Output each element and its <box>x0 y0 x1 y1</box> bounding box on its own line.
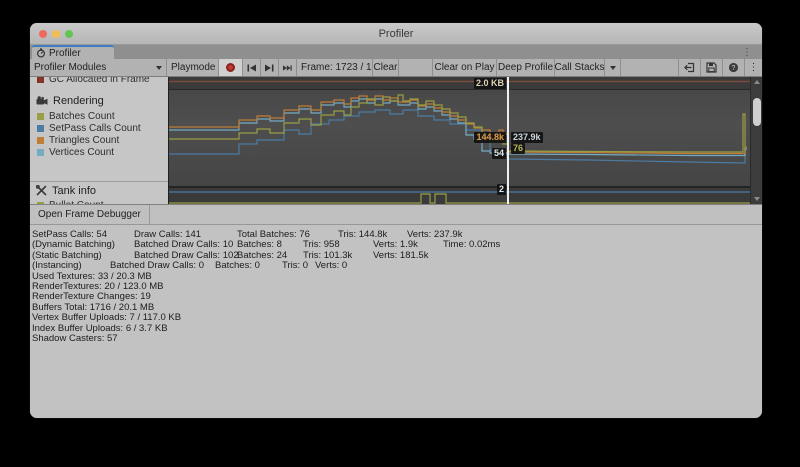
tank-pulse-line <box>169 194 750 203</box>
chart-lines <box>169 77 750 204</box>
tools-icon <box>36 185 47 196</box>
clear-button[interactable]: Clear <box>373 59 399 76</box>
scroll-up-arrow-icon[interactable] <box>754 80 760 84</box>
tab-label: Profiler <box>49 48 81 59</box>
legend-label: Vertices Count <box>49 147 114 158</box>
triangles-line <box>169 96 747 154</box>
module-header-tank-info[interactable]: Tank info <box>30 182 168 199</box>
close-window-button[interactable] <box>39 30 47 38</box>
current-frame-button[interactable] <box>279 59 297 76</box>
scrollbar-thumb[interactable] <box>753 98 761 126</box>
legend-item-triangles[interactable]: Triangles Count <box>30 134 168 146</box>
vertices-value-label: 237.9k <box>511 132 543 143</box>
save-profile-button[interactable] <box>700 59 722 76</box>
frame-counter: Frame: 1723 / 1929 <box>297 59 373 76</box>
scroll-down-arrow-icon[interactable] <box>754 197 760 201</box>
profiler-modules-dropdown[interactable]: Profiler Modules <box>30 59 167 76</box>
module-header-rendering[interactable]: Rendering <box>30 92 168 110</box>
save-icon <box>706 62 717 73</box>
triangles-value-label: 144.8k <box>474 132 506 143</box>
selected-frame-line[interactable] <box>507 77 509 204</box>
next-frame-icon <box>265 64 274 72</box>
desktop: { "window": { "title": "Profiler" }, "ta… <box>0 0 800 467</box>
next-frame-button[interactable] <box>261 59 279 76</box>
legend-label: Bullet Count <box>49 200 103 205</box>
gc-allocated-value-label: 2.0 KB <box>474 78 506 89</box>
rendering-stats: SetPass Calls: 54Draw Calls: 141Total Ba… <box>30 225 762 344</box>
legend-item-batches[interactable]: Batches Count <box>30 110 168 122</box>
tab-profiler[interactable]: Profiler <box>32 45 114 59</box>
profiler-charts-region: GC Allocated in Frame Rendering Batches … <box>30 77 762 204</box>
legend-label: Batches Count <box>49 111 115 122</box>
record-icon <box>226 63 235 72</box>
vertices-line <box>169 99 747 156</box>
legend-swatch <box>37 113 44 120</box>
profiler-chart-area[interactable]: 2.0 KB 144.8k 237.9k 76 54 2 <box>169 77 750 204</box>
toolbar-kebab-icon[interactable]: ⋮ <box>744 59 762 76</box>
clipped-legend-item[interactable]: GC Allocated in Frame <box>30 77 168 86</box>
module-details-panel: Open Frame Debugger SetPass Calls: 54Dra… <box>30 204 762 418</box>
previous-frame-icon <box>247 64 256 72</box>
window-title: Profiler <box>379 28 414 40</box>
chevron-down-icon <box>610 66 616 70</box>
help-button[interactable]: ? <box>722 59 744 76</box>
minimize-window-button[interactable] <box>52 30 60 38</box>
traffic-lights <box>39 30 73 38</box>
call-stacks-label: Call Stacks <box>555 62 605 73</box>
stats-line: Shadow Casters: 57 <box>32 334 762 344</box>
toolbar-spacer <box>621 59 678 76</box>
help-icon: ? <box>728 62 739 73</box>
legend-label: SetPass Calls Count <box>49 123 141 134</box>
module-name: Tank info <box>52 185 96 197</box>
chevron-down-icon <box>156 66 162 70</box>
previous-frame-button[interactable] <box>243 59 261 76</box>
chart-vertical-scrollbar[interactable] <box>750 77 762 204</box>
svg-text:?: ? <box>732 65 736 72</box>
legend-swatch <box>37 202 44 205</box>
clipped-legend-item[interactable]: Bullet Count <box>30 199 168 204</box>
open-frame-debugger-button[interactable]: Open Frame Debugger <box>30 205 150 224</box>
profiler-toolbar: Profiler Modules Playmode Fra <box>30 59 762 77</box>
setpass-value-label: 54 <box>492 148 506 159</box>
profiler-icon <box>36 48 46 58</box>
playmode-dropdown[interactable]: Playmode <box>167 59 219 76</box>
import-icon <box>684 62 695 73</box>
playmode-label: Playmode <box>171 62 215 73</box>
zoom-window-button[interactable] <box>65 30 73 38</box>
clear-on-play-label: Clear on Play <box>434 62 494 73</box>
legend-label: GC Allocated in Frame <box>49 77 150 85</box>
legend-item-setpass[interactable]: SetPass Calls Count <box>30 122 168 134</box>
legend-swatch <box>37 77 44 83</box>
legend-swatch <box>37 137 44 144</box>
frame-counter-label: Frame: 1723 / 1929 <box>301 62 373 73</box>
call-stacks-dropdown[interactable] <box>605 59 621 76</box>
legend-swatch <box>37 149 44 156</box>
load-profile-button[interactable] <box>678 59 700 76</box>
tank-value-label: 2 <box>497 184 506 195</box>
module-name: Rendering <box>53 95 104 107</box>
record-button[interactable] <box>219 59 243 76</box>
title-bar[interactable]: Profiler <box>30 23 762 45</box>
stats-line: Index Buffer Uploads: 6 / 3.7 KB <box>32 324 762 334</box>
current-frame-icon <box>283 64 292 72</box>
deep-profile-toggle[interactable]: Deep Profile <box>497 59 555 76</box>
camera-icon <box>36 96 48 107</box>
toolbar-gap <box>399 59 432 76</box>
modules-sidebar: GC Allocated in Frame Rendering Batches … <box>30 77 169 204</box>
tab-menu-kebab-icon[interactable]: ⋮ <box>742 45 752 59</box>
clear-on-play-toggle[interactable]: Clear on Play <box>432 59 497 76</box>
details-toolbar: Open Frame Debugger <box>30 205 762 225</box>
legend-item-vertices[interactable]: Vertices Count <box>30 146 168 158</box>
open-frame-debugger-label: Open Frame Debugger <box>38 209 141 220</box>
legend-swatch <box>37 125 44 132</box>
call-stacks-button[interactable]: Call Stacks <box>555 59 605 76</box>
profiler-window: Profiler Profiler ⋮ Profiler Modules Pla… <box>30 23 762 418</box>
clear-label: Clear <box>374 62 398 73</box>
tab-bar: Profiler ⋮ <box>30 45 762 59</box>
legend-label: Triangles Count <box>49 135 119 146</box>
deep-profile-label: Deep Profile <box>498 62 553 73</box>
profiler-modules-label: Profiler Modules <box>34 62 106 73</box>
batches-value-label: 76 <box>511 143 525 154</box>
